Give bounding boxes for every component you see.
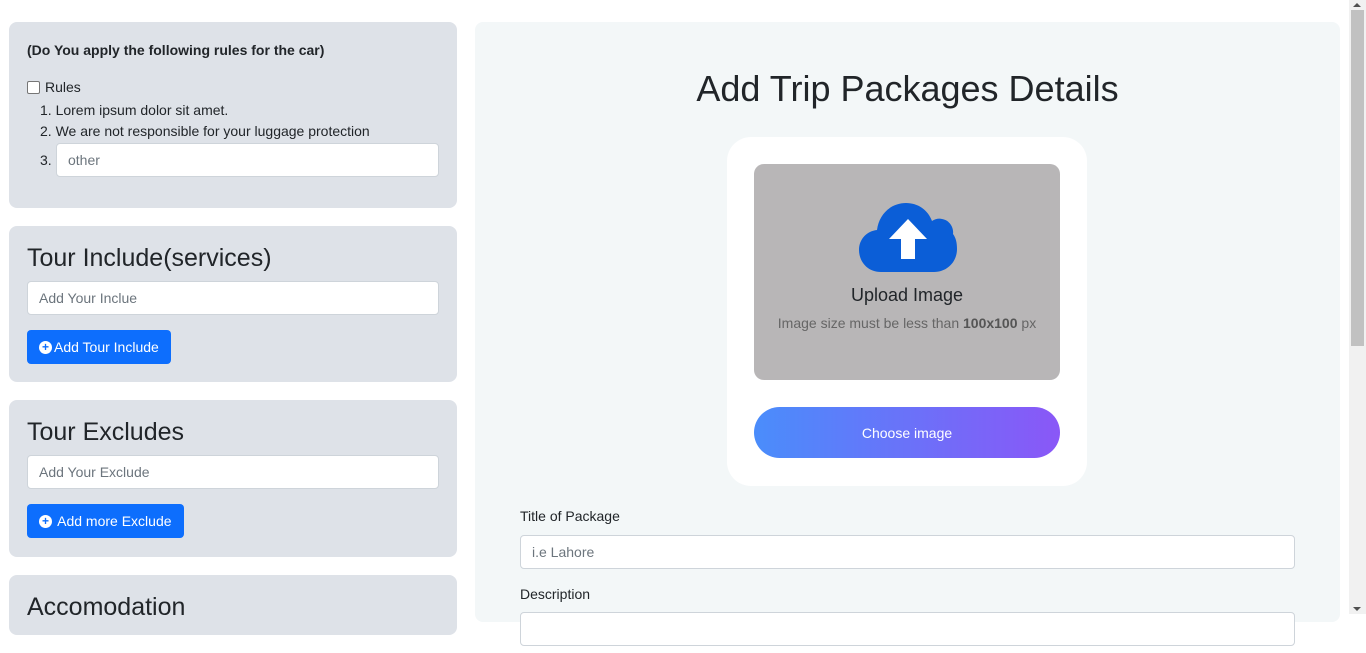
tour-exclude-heading: Tour Excludes: [27, 418, 185, 446]
choose-image-button[interactable]: Choose image: [754, 407, 1060, 458]
upload-title: Upload Image: [850, 285, 964, 305]
title-of-package-input[interactable]: i.e Lahore: [520, 535, 1295, 569]
accomodation-heading: Accomodation: [27, 593, 186, 621]
plus-circle-icon: +: [39, 514, 52, 528]
tour-include-heading: Tour Include(services): [27, 244, 272, 272]
rule-item: 2. We are not responsible for your lugga…: [40, 123, 370, 139]
rule-item: 1. Lorem ipsum dolor sit amet.: [40, 102, 229, 118]
description-label: Description: [520, 586, 591, 602]
tour-include-input[interactable]: Add Your Inclue: [27, 281, 439, 315]
scroll-down-arrow-icon[interactable]: [1353, 607, 1361, 611]
title-of-package-label: Title of Package: [520, 508, 620, 524]
rule-other-number: 3.: [40, 152, 52, 168]
rules-checkbox[interactable]: [27, 80, 40, 94]
image-upload-box: Upload Image Image size must be less tha…: [727, 137, 1087, 486]
scrollbar-thumb[interactable]: [1351, 10, 1364, 346]
plus-circle-icon: +: [39, 340, 52, 354]
left-column: (Do You apply the following rules for th…: [9, 22, 457, 653]
add-tour-include-label: Add Tour Include: [54, 339, 159, 355]
tour-include-placeholder: Add Your Inclue: [39, 290, 138, 306]
page-scrollbar[interactable]: [1349, 0, 1366, 614]
rules-checkbox-row[interactable]: Rules: [27, 79, 439, 95]
add-more-exclude-label: Add more Exclude: [54, 513, 172, 529]
upload-note-prefix: Image size must be less than: [777, 315, 963, 331]
rule-other-input[interactable]: other: [56, 143, 439, 177]
choose-image-label: Choose image: [861, 424, 953, 441]
description-input[interactable]: [520, 612, 1295, 646]
title-of-package-placeholder: i.e Lahore: [532, 544, 595, 560]
image-drop-zone[interactable]: Upload Image Image size must be less tha…: [754, 164, 1060, 380]
rules-list: 1. Lorem ipsum dolor sit amet. 2. We are…: [27, 100, 439, 142]
add-more-exclude-button[interactable]: + Add more Exclude: [27, 504, 184, 538]
tour-exclude-card: Tour Excludes Add Your Exclude + Add mor…: [9, 400, 457, 557]
rules-card: (Do You apply the following rules for th…: [9, 22, 457, 208]
upload-note-size: 100x100: [963, 315, 1018, 331]
upload-size-note: Image size must be less than 100x100 px: [754, 315, 1060, 331]
cloud-upload-icon: [859, 203, 957, 272]
rule-other-row: 3. other: [27, 143, 439, 177]
page-title: Add Trip Packages Details: [696, 68, 1119, 109]
tour-exclude-input[interactable]: Add Your Exclude: [27, 455, 439, 489]
tour-include-card: Tour Include(services) Add Your Inclue +…: [9, 226, 457, 382]
upload-note-suffix: px: [1017, 315, 1037, 331]
rule-other-placeholder: other: [68, 152, 100, 168]
main-form-panel: Add Trip Packages Details Upload Image I…: [475, 22, 1340, 646]
add-tour-include-button[interactable]: + Add Tour Include: [27, 330, 171, 364]
rules-title: (Do You apply the following rules for th…: [27, 42, 325, 58]
rules-checkbox-label: Rules: [45, 79, 81, 95]
scroll-up-arrow-icon[interactable]: [1353, 3, 1361, 7]
accomodation-card: Accomodation: [9, 575, 457, 635]
tour-exclude-placeholder: Add Your Exclude: [39, 464, 150, 480]
